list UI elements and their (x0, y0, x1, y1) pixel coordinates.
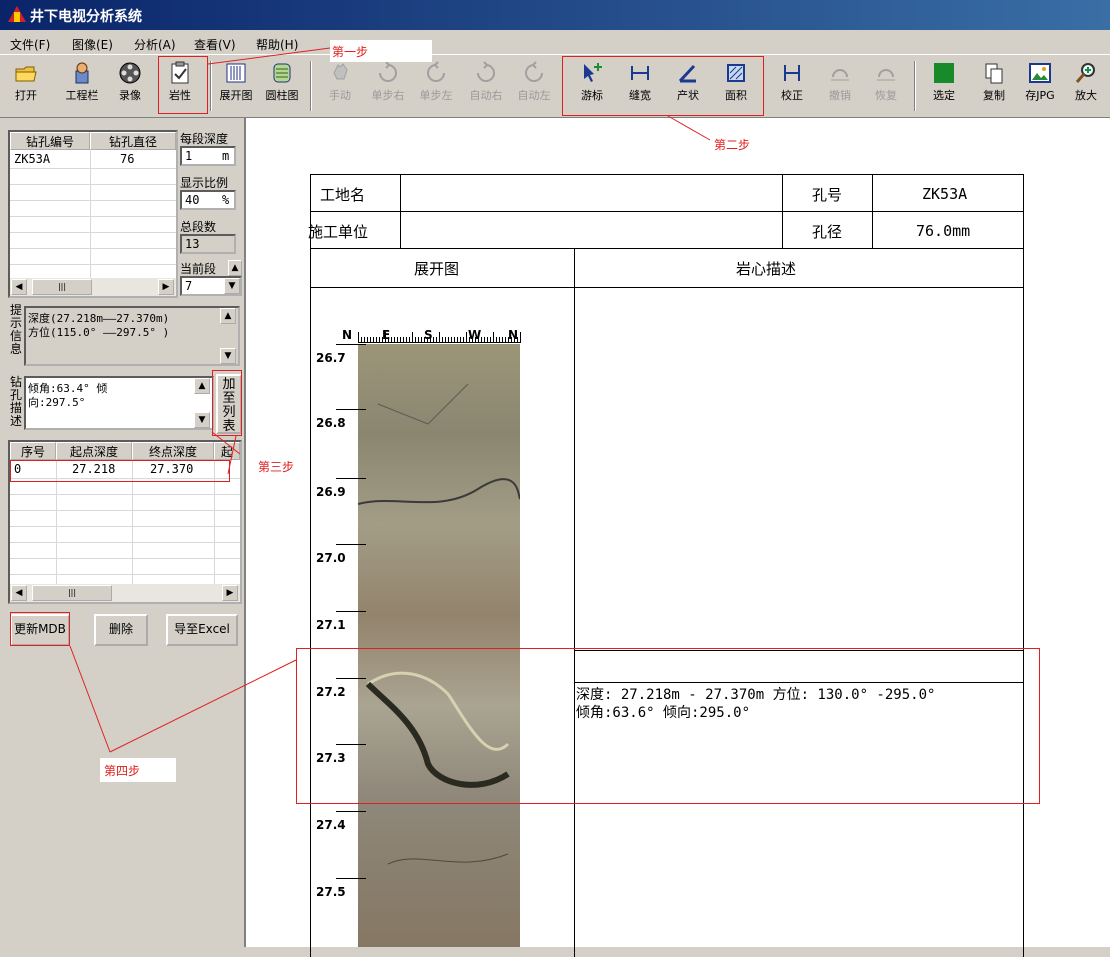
step4-note: 第四步 (104, 764, 141, 778)
annotation-lines (69, 47, 711, 753)
step2-note: 第二步 (714, 138, 751, 152)
step3-note: 第三步 (258, 460, 295, 474)
step1-note: 第一步 (332, 45, 369, 59)
